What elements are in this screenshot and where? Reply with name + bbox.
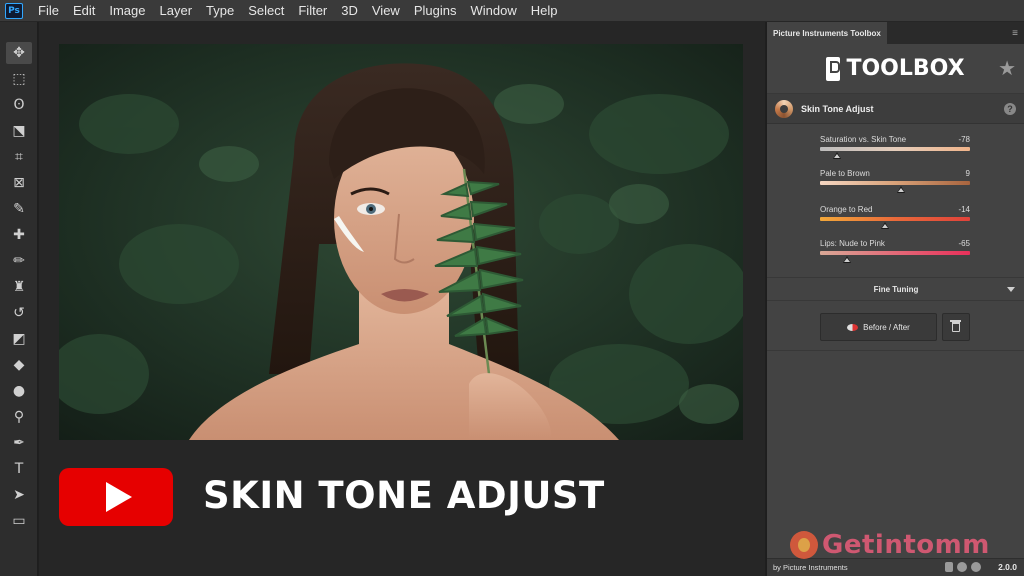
- reset-button[interactable]: [942, 313, 970, 341]
- help-icon[interactable]: ?: [1004, 103, 1016, 115]
- portrait-photo[interactable]: [59, 44, 743, 440]
- module-title: Skin Tone Adjust: [801, 103, 874, 114]
- slider-group: Saturation vs. Skin Tone -78 Pale to Brown…: [767, 125, 1024, 277]
- before-after-label: Before / After: [863, 322, 910, 332]
- crop-tool-icon[interactable]: ⌗: [6, 146, 32, 168]
- clone-stamp-tool-icon[interactable]: ♜: [6, 276, 32, 298]
- slider-value[interactable]: -14: [958, 205, 970, 214]
- slider-handle[interactable]: [897, 186, 905, 193]
- favorite-star-icon[interactable]: ★: [998, 56, 1016, 81]
- chevron-down-icon[interactable]: [1007, 287, 1015, 292]
- eraser-tool-icon[interactable]: ◩: [6, 328, 32, 350]
- menu-filter[interactable]: Filter: [291, 0, 334, 22]
- toolbox-brand: TOOLBOX: [846, 56, 965, 81]
- fine-tuning-section[interactable]: Fine Tuning: [767, 277, 1024, 301]
- slider-track[interactable]: [820, 217, 970, 221]
- slider-value[interactable]: -78: [958, 135, 970, 144]
- healing-brush-tool-icon[interactable]: ✚: [6, 224, 32, 246]
- menu-window[interactable]: Window: [463, 0, 523, 22]
- eyedropper-tool-icon[interactable]: ✎: [6, 198, 32, 220]
- menu-file[interactable]: File: [31, 0, 66, 22]
- footer-icons: [945, 562, 981, 572]
- slider-handle[interactable]: [880, 222, 889, 229]
- slider-track[interactable]: [820, 147, 970, 151]
- slider-label: Lips: Nude to Pink: [820, 239, 885, 248]
- skin-tone-wheel-icon: [775, 99, 793, 118]
- menu-edit[interactable]: Edit: [66, 0, 102, 22]
- history-brush-tool-icon[interactable]: ↺: [6, 302, 32, 324]
- menu-plugins[interactable]: Plugins: [407, 0, 464, 22]
- menu-bar: Ps File Edit Image Layer Type Select Fil…: [0, 0, 1024, 22]
- video-title: SKIN TONE ADJUST: [203, 474, 605, 517]
- lasso-tool-icon[interactable]: ʘ: [6, 94, 32, 116]
- move-tool-icon[interactable]: ✥: [6, 42, 32, 64]
- portrait-illustration: [59, 44, 743, 440]
- canvas-area: SKIN TONE ADJUST: [39, 22, 765, 576]
- play-icon: [106, 482, 132, 512]
- rectangle-tool-icon[interactable]: ▭: [6, 510, 32, 532]
- module-header: Skin Tone Adjust ?: [767, 94, 1024, 124]
- before-after-button[interactable]: Before / After: [820, 313, 937, 341]
- slider-label: Pale to Brown: [820, 169, 870, 178]
- marquee-tool-icon[interactable]: ⬚: [6, 68, 32, 90]
- slider-row: Lips: Nude to Pink -65: [820, 239, 970, 263]
- slider-row: Saturation vs. Skin Tone -78: [820, 135, 970, 159]
- slider-handle[interactable]: [832, 152, 841, 159]
- gear-icon[interactable]: [971, 562, 981, 572]
- slider-track[interactable]: [820, 181, 970, 185]
- slider-row: Pale to Brown 9: [820, 169, 970, 193]
- youtube-logo-icon: [59, 468, 173, 526]
- dodge-tool-icon[interactable]: ⚲: [6, 406, 32, 428]
- version-label: 2.0.0: [998, 562, 1017, 572]
- fine-tuning-label: Fine Tuning: [873, 284, 919, 294]
- pen-tool-icon[interactable]: ✒: [6, 432, 32, 454]
- watermark-text: Getintomm: [822, 530, 990, 560]
- trash-icon: [950, 320, 961, 332]
- tools-panel: ✥ ⬚ ʘ ⬔ ⌗ ⊠ ✎ ✚ ✏ ♜ ↺ ◩ ◆ ● ⚲ ✒ T ➤ ▭: [0, 22, 38, 576]
- before-after-icon: [847, 323, 859, 331]
- toolbox-header: TOOLBOX ★: [767, 44, 1024, 94]
- object-selection-tool-icon[interactable]: ⬔: [6, 120, 32, 142]
- photoshop-logo-icon: Ps: [5, 2, 23, 19]
- paint-bucket-tool-icon[interactable]: ◆: [6, 354, 32, 376]
- slider-track[interactable]: [820, 251, 970, 255]
- menu-image[interactable]: Image: [102, 0, 152, 22]
- lock-icon[interactable]: [945, 562, 953, 572]
- panel-tab-bar: Picture Instruments Toolbox ≡: [767, 22, 1024, 44]
- menu-select[interactable]: Select: [241, 0, 291, 22]
- slider-row: Orange to Red -14: [820, 205, 970, 229]
- menu-type[interactable]: Type: [199, 0, 241, 22]
- slider-value[interactable]: -65: [958, 239, 970, 248]
- frame-tool-icon[interactable]: ⊠: [6, 172, 32, 194]
- panel-menu-icon[interactable]: ≡: [1012, 28, 1024, 39]
- slider-handle[interactable]: [843, 256, 851, 263]
- picture-instruments-logo-icon: [826, 56, 841, 81]
- slider-label: Orange to Red: [820, 205, 873, 214]
- menu-3d[interactable]: 3D: [334, 0, 365, 22]
- brush-tool-icon[interactable]: ✏: [6, 250, 32, 272]
- menu-view[interactable]: View: [365, 0, 407, 22]
- slider-value[interactable]: 9: [966, 169, 970, 178]
- menu-help[interactable]: Help: [524, 0, 565, 22]
- before-after-row: Before / After: [767, 305, 1024, 351]
- panel-tab-toolbox[interactable]: Picture Instruments Toolbox: [767, 22, 887, 44]
- help-circle-icon[interactable]: [957, 562, 967, 572]
- watermark-logo-icon: [790, 531, 818, 559]
- type-tool-icon[interactable]: T: [6, 458, 32, 480]
- footer-credit: by Picture Instruments: [773, 563, 848, 572]
- panel-footer: by Picture Instruments 2.0.0: [767, 558, 1024, 576]
- path-selection-tool-icon[interactable]: ➤: [6, 484, 32, 506]
- watermark: Getintomm: [790, 530, 990, 560]
- blur-tool-icon[interactable]: ●: [6, 380, 32, 402]
- toolbox-panel: Picture Instruments Toolbox ≡ TOOLBOX ★ …: [766, 22, 1024, 576]
- menu-layer[interactable]: Layer: [153, 0, 200, 22]
- slider-label: Saturation vs. Skin Tone: [820, 135, 907, 144]
